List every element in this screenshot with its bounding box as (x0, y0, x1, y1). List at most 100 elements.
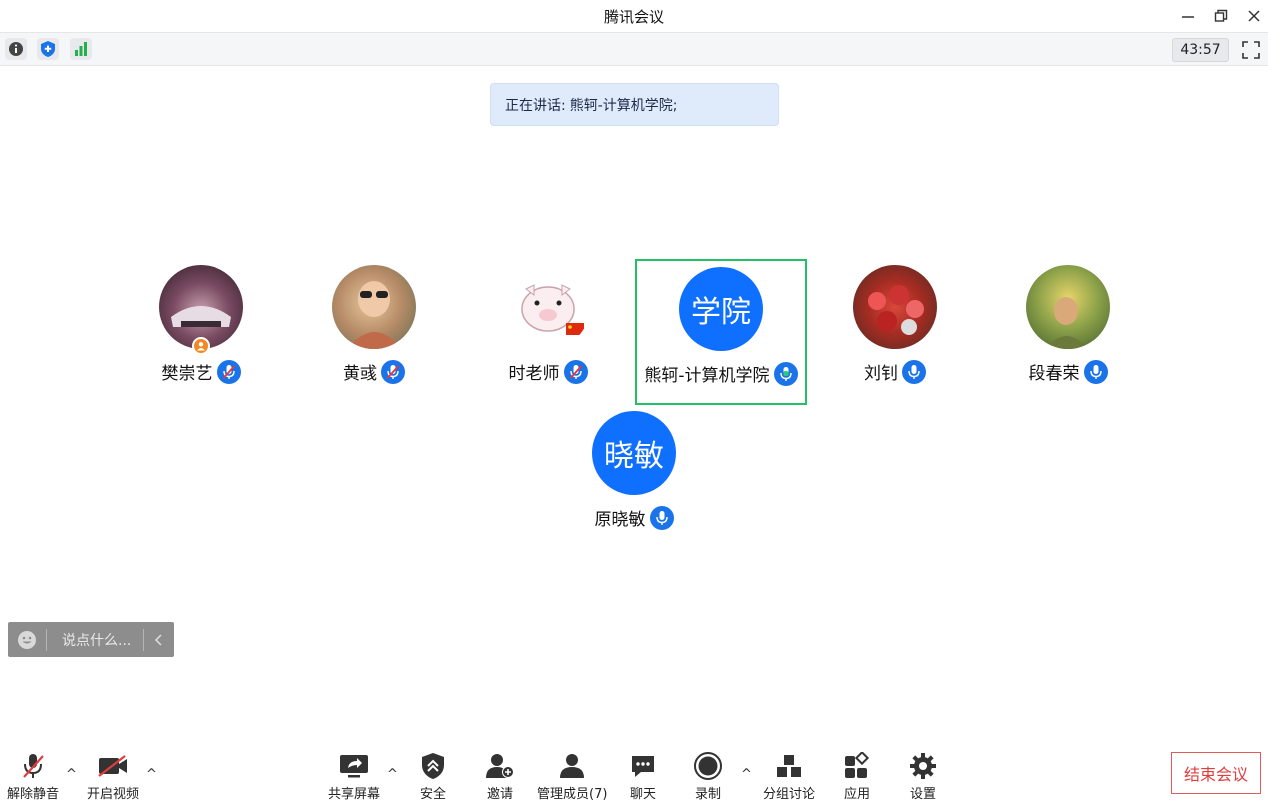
group-photo (868, 285, 924, 335)
security-shield-icon (421, 751, 445, 781)
mic-icon (649, 505, 674, 530)
participant-tile[interactable]: 段春荣 (982, 259, 1154, 405)
chat-label: 聊天 (630, 787, 657, 802)
settings-button[interactable]: 设置 (909, 751, 937, 802)
record-button[interactable]: 录制 (694, 751, 722, 802)
avatar (506, 265, 590, 349)
record-label: 录制 (694, 787, 721, 802)
security-status-button[interactable] (37, 38, 59, 60)
video-off-icon (97, 751, 129, 781)
title-bar: 腾讯会议 (0, 0, 1268, 32)
security-button[interactable]: 安全 (420, 751, 446, 802)
mic-icon (1083, 359, 1108, 384)
participant-name-row: 刘钊 (809, 359, 981, 384)
end-meeting-button[interactable]: 结束会议 (1171, 752, 1261, 794)
participant-tile[interactable]: 时老师 (462, 259, 634, 405)
bottom-control-bar: 解除静音 ^ 开启视频 ^ 共享屏幕 ^ 安全 邀请 管理成员(7) 聊天 录制… (0, 745, 1268, 803)
invite-label: 邀请 (486, 787, 513, 802)
signal-icon (75, 42, 87, 56)
restore-icon (1214, 9, 1228, 22)
mic-muted-icon (381, 359, 405, 384)
close-button[interactable] (1240, 4, 1268, 28)
gear-icon (909, 751, 937, 781)
info-icon (9, 42, 23, 56)
apps-button[interactable]: 应用 (843, 751, 871, 802)
participant-tile[interactable]: 晓敏 原晓敏 (548, 405, 720, 551)
invite-button[interactable]: 邀请 (485, 751, 515, 802)
add-user-icon (485, 751, 515, 781)
audio-options-chevron-icon[interactable]: ^ (66, 767, 77, 782)
participant-name: 时老师 (508, 364, 560, 384)
restore-button[interactable] (1207, 4, 1235, 28)
participant-tile-active-speaker[interactable]: 学院 熊轲-计算机学院 (635, 259, 807, 405)
chat-input-placeholder[interactable]: 说点什么... (47, 630, 143, 650)
host-badge-icon (192, 337, 210, 355)
participant-name-row: 原晓敏 (548, 505, 720, 530)
participant-name: 原晓敏 (594, 510, 646, 530)
record-options-chevron-icon[interactable]: ^ (741, 767, 752, 782)
avatar: 晓敏 (592, 411, 676, 495)
meeting-toolbar: 43:57 (0, 32, 1268, 66)
pig-cartoon (521, 284, 584, 335)
manage-members-button[interactable]: 管理成员(7) (537, 751, 607, 802)
avatar (332, 265, 416, 349)
participant-tile[interactable]: 樊崇艺 (115, 259, 287, 405)
shield-icon (41, 41, 55, 57)
chat-input-bar[interactable]: 说点什么... (8, 622, 174, 657)
speaker-prefix: 正在讲话: (505, 97, 566, 114)
mic-icon (902, 359, 926, 384)
share-screen-label: 共享屏幕 (328, 787, 381, 802)
breakout-label: 分组讨论 (763, 787, 816, 802)
minimize-icon (1182, 16, 1194, 18)
share-options-chevron-icon[interactable]: ^ (387, 767, 398, 782)
participant-name: 樊崇艺 (161, 364, 213, 384)
security-label: 安全 (420, 787, 447, 802)
person-photo (348, 281, 402, 349)
fullscreen-icon (1242, 41, 1260, 59)
mic-speaking-icon (773, 361, 798, 386)
participant-name-row: 黄彧 (288, 359, 460, 384)
start-video-button[interactable]: 开启视频 (87, 751, 139, 802)
meeting-timer: 43:57 (1172, 38, 1229, 62)
participant-name-row: 时老师 (462, 359, 634, 384)
breakout-rooms-button[interactable]: 分组讨论 (763, 751, 815, 802)
mic-off-icon (20, 751, 46, 781)
participant-tile[interactable]: 刘钊 (809, 259, 981, 405)
collapse-chevron-icon[interactable] (144, 633, 174, 647)
avatar (1026, 265, 1110, 349)
participant-name: 段春荣 (1028, 364, 1080, 384)
participant-name: 刘钊 (864, 364, 898, 384)
participant-tile[interactable]: 黄彧 (288, 259, 460, 405)
speaker-name: 熊轲-计算机学院; (569, 97, 678, 114)
unmute-label: 解除静音 (7, 787, 60, 802)
participant-name: 熊轲-计算机学院 (644, 366, 770, 386)
avatar (853, 265, 937, 349)
manage-members-label: 管理成员(7) (537, 787, 608, 802)
chat-bubble-icon (630, 751, 656, 781)
breakout-icon (775, 751, 803, 781)
emoji-icon[interactable] (8, 630, 46, 650)
participant-name-row: 段春荣 (982, 359, 1154, 384)
record-icon (694, 751, 722, 781)
person-photo (1046, 297, 1088, 349)
active-speaker-banner: 正在讲话: 熊轲-计算机学院; (490, 83, 779, 126)
meeting-info-button[interactable] (5, 38, 27, 60)
share-screen-button[interactable]: 共享屏幕 (328, 751, 380, 802)
video-options-chevron-icon[interactable]: ^ (146, 767, 157, 782)
mic-muted-icon (216, 359, 241, 384)
apps-label: 应用 (843, 787, 870, 802)
fullscreen-button[interactable] (1240, 39, 1262, 61)
apps-icon (843, 751, 871, 781)
network-status-button[interactable] (70, 38, 92, 60)
members-icon (558, 751, 586, 781)
close-icon (1248, 10, 1260, 22)
avatar: 学院 (679, 267, 763, 351)
settings-label: 设置 (909, 787, 936, 802)
share-screen-icon (339, 751, 369, 781)
minimize-button[interactable] (1174, 4, 1202, 28)
unmute-button[interactable]: 解除静音 (7, 751, 59, 802)
window-title: 腾讯会议 (603, 8, 664, 26)
chat-button[interactable]: 聊天 (630, 751, 656, 802)
participant-name-row: 熊轲-计算机学院 (637, 361, 805, 386)
mic-muted-icon (563, 359, 588, 384)
